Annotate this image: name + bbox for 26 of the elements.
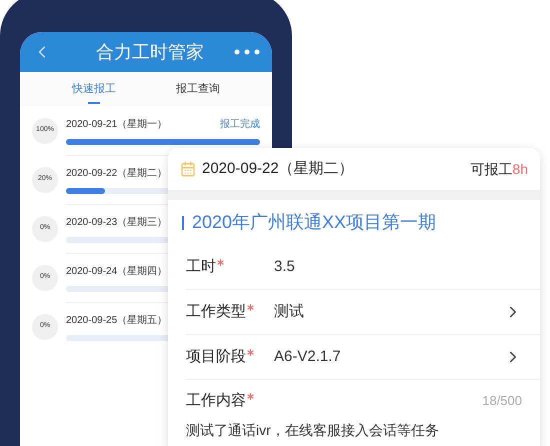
tab-underline (88, 102, 100, 104)
content-text: 测试了通话ivr，在线客服接入会话等任务 (186, 422, 440, 438)
app-title: 合力工时管家 (95, 40, 205, 64)
date-label: 2020-09-23（星期三） (66, 216, 168, 230)
available-hours: 可报工8h (470, 160, 528, 178)
more-icon[interactable] (234, 49, 260, 55)
field-label: 工作类型 (186, 302, 246, 322)
calendar-icon (180, 161, 196, 177)
form-row[interactable]: 工作类型 测试 (186, 290, 540, 335)
tab[interactable]: 快速报工 (42, 72, 146, 106)
date-label: 2020-09-21（星期一） (66, 118, 168, 132)
char-counter: 18/500 (482, 392, 522, 410)
field-value: 3.5 (274, 256, 296, 277)
field-label: 项目阶段 (186, 346, 246, 367)
field-value: 测试 (274, 302, 305, 322)
date-label: 2020-09-22（星期二） (66, 166, 168, 181)
form-row[interactable]: 项目阶段 A6-V2.1.7 (186, 335, 540, 380)
field-value: A6-V2.1.7 (274, 346, 342, 367)
status-label: 报工完成 (220, 118, 260, 132)
tab[interactable]: 报工查询 (146, 72, 250, 106)
field-label: 工作内容 (186, 390, 246, 411)
date-label: 2020-09-25（星期五） (66, 314, 168, 328)
field-label: 工时 (186, 256, 216, 277)
card-date: 2020-09-22（星期二） (202, 158, 355, 179)
project-title: 2020年广州联通XX项目第一期 (168, 200, 540, 245)
date-label: 2020-09-24（星期四） (66, 264, 168, 279)
